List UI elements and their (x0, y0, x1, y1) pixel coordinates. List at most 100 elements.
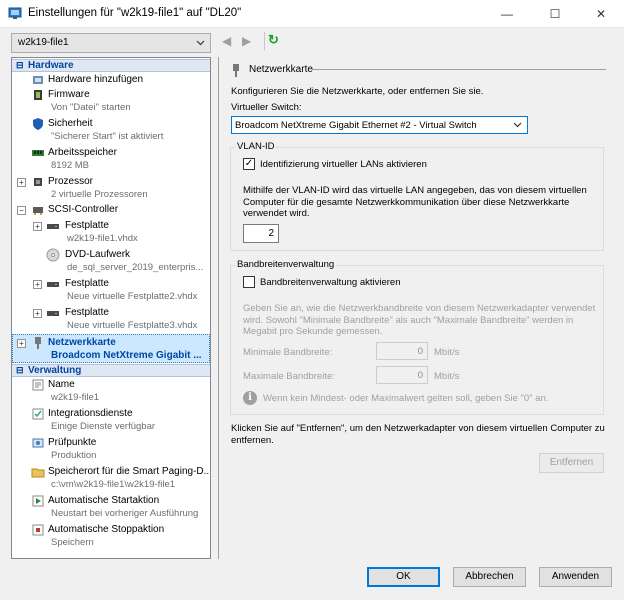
bandwidth-description: Geben Sie an, wie die Netzwerkbandbreite… (243, 303, 596, 337)
hardware-header-label: Hardware (28, 60, 74, 71)
sidebar-item-sub: c:\vm\w2k19-file1\w2k19-file1 (51, 479, 176, 490)
max-bandwidth-input[interactable]: 0 (376, 366, 428, 384)
sidebar-item-integration-services[interactable]: Integrationsdienste Einige Dienste verfü… (12, 406, 210, 435)
vlan-id-input[interactable]: 2 (243, 224, 279, 243)
sidebar-item-sub: Einige Dienste verfügbar (51, 421, 156, 432)
max-bandwidth-value: 0 (417, 370, 423, 381)
close-button[interactable]: ✕ (578, 0, 624, 28)
bandwidth-checkbox-label: Bandbreitenverwaltung aktivieren (260, 277, 401, 288)
shield-icon (33, 118, 43, 130)
sidebar-item-label: Sicherheit (48, 118, 93, 129)
expand-icon[interactable]: + (17, 339, 26, 348)
sidebar-item-label: Automatische Stoppaktion (48, 524, 165, 535)
memory-icon (32, 150, 44, 156)
switch-label: Virtueller Switch: (231, 102, 302, 113)
minimize-button[interactable]: — (484, 0, 530, 28)
max-bandwidth-unit: Mbit/s (434, 371, 460, 382)
toolbar-separator (264, 32, 265, 50)
forward-button[interactable]: ▶ (242, 34, 251, 48)
sidebar-item-firmware[interactable]: Firmware Von "Datei" starten (12, 87, 210, 116)
sidebar-item-dvd-drive[interactable]: DVD-Laufwerk de_sql_server_2019_enterpri… (12, 247, 210, 276)
collapse-icon: ⊟ (16, 60, 24, 70)
window-title: Einstellungen für "w2k19-file1" auf "DL2… (28, 7, 242, 19)
name-icon (32, 379, 44, 391)
firmware-icon (34, 90, 42, 100)
sidebar-item-sub: Neustart bei vorheriger Ausführung (51, 508, 199, 519)
sidebar-item-harddisk-1[interactable]: + Festplatte w2k19-file1.vhdx (12, 218, 210, 247)
vlan-checkbox[interactable]: ✓ (243, 158, 255, 170)
sidebar-item-smart-paging[interactable]: Speicherort für die Smart Paging-D... c:… (12, 464, 210, 493)
vm-selector-value: w2k19-file1 (18, 37, 69, 48)
expand-icon[interactable]: + (33, 222, 42, 231)
dvd-icon (46, 248, 60, 262)
vlan-legend: VLAN-ID (235, 141, 277, 152)
info-icon: i (243, 391, 257, 405)
hardware-section-header[interactable]: ⊟ Hardware (12, 59, 210, 72)
sidebar-item-label: Hardware hinzufügen (48, 74, 144, 85)
sidebar-item-sub: w2k19-file1.vhdx (67, 233, 138, 244)
sidebar-item-checkpoints[interactable]: Prüfpunkte Produktion (12, 435, 210, 464)
collapse-icon[interactable]: − (17, 206, 26, 215)
management-section-header[interactable]: ⊟ Verwaltung (12, 364, 210, 377)
bandwidth-checkbox[interactable] (243, 276, 255, 288)
section-title: Netzwerkkarte (249, 64, 313, 75)
sidebar-item-sub: Broadcom NetXtreme Gigabit ... (51, 350, 202, 361)
bandwidth-legend: Bandbreitenverwaltung (235, 259, 337, 270)
sidebar-item-sub: de_sql_server_2019_enterpris... (67, 262, 204, 273)
add-hardware-icon (33, 76, 43, 84)
harddisk-icon (47, 311, 59, 316)
back-button[interactable]: ◀ (222, 34, 231, 48)
sidebar-item-add-hardware[interactable]: Hardware hinzufügen (12, 72, 210, 87)
min-bandwidth-label: Minimale Bandbreite: (243, 347, 333, 358)
apply-button[interactable]: Anwenden (539, 567, 612, 587)
dialog-footer: OK Abbrechen Anwenden (0, 559, 624, 600)
harddisk-icon (47, 282, 59, 287)
sidebar-item-processor[interactable]: + Prozessor 2 virtuelle Prozessoren (12, 174, 210, 203)
sidebar-item-harddisk-2[interactable]: + Festplatte Neue virtuelle Festplatte2.… (12, 276, 210, 305)
management-header-label: Verwaltung (28, 365, 82, 376)
sidebar-item-label: Integrationsdienste (48, 408, 133, 419)
ok-button[interactable]: OK (367, 567, 440, 587)
collapse-icon: ⊟ (16, 365, 24, 375)
chevron-down-icon (513, 122, 522, 128)
autostart-icon (32, 495, 44, 507)
refresh-button[interactable]: ↻ (268, 32, 279, 48)
network-adapter-icon (233, 64, 239, 77)
expand-icon[interactable]: + (33, 309, 42, 318)
min-bandwidth-input[interactable]: 0 (376, 342, 428, 360)
section-divider (312, 69, 606, 70)
sidebar-item-autostop[interactable]: Automatische Stoppaktion Speichern (12, 522, 210, 551)
sidebar-item-label: Name (48, 379, 75, 390)
sidebar-item-label: SCSI-Controller (48, 204, 119, 215)
sidebar-item-memory[interactable]: Arbeitsspeicher 8192 MB (12, 145, 210, 174)
virtual-switch-value: Broadcom NetXtreme Gigabit Ethernet #2 -… (235, 120, 477, 131)
remove-button[interactable]: Entfernen (539, 453, 604, 473)
sidebar-item-autostart[interactable]: Automatische Startaktion Neustart bei vo… (12, 493, 210, 522)
sidebar-item-sub: Neue virtuelle Festplatte3.vhdx (67, 320, 198, 331)
processor-icon (34, 178, 42, 186)
checkpoint-icon (32, 438, 44, 448)
controller-icon (33, 207, 43, 215)
sidebar-item-sub: "Sicherer Start" ist aktiviert (51, 131, 164, 142)
cancel-button[interactable]: Abbrechen (453, 567, 526, 587)
integration-icon (32, 408, 44, 420)
virtual-switch-dropdown[interactable]: Broadcom NetXtreme Gigabit Ethernet #2 -… (231, 116, 528, 134)
min-bandwidth-value: 0 (417, 346, 423, 357)
sidebar-item-label: Netzwerkkarte (48, 337, 116, 348)
smart-paging-icon (31, 468, 45, 478)
sidebar-item-name[interactable]: Name w2k19-file1 (12, 377, 210, 406)
sidebar-item-scsi-controller[interactable]: − SCSI-Controller (12, 203, 210, 218)
maximize-button[interactable]: ☐ (532, 0, 578, 28)
sidebar-item-label: DVD-Laufwerk (65, 249, 131, 260)
vm-selector-dropdown[interactable]: w2k19-file1 (11, 33, 211, 53)
sidebar-item-network-adapter[interactable]: + Netzwerkkarte Broadcom NetXtreme Gigab… (12, 334, 210, 363)
sidebar-item-label: Firmware (48, 89, 90, 100)
expand-icon[interactable]: + (33, 280, 42, 289)
sidebar-item-harddisk-3[interactable]: + Festplatte Neue virtuelle Festplatte3.… (12, 305, 210, 334)
autostop-icon (32, 524, 44, 536)
sidebar-item-security[interactable]: Sicherheit "Sicherer Start" ist aktivier… (12, 116, 210, 145)
expand-icon[interactable]: + (17, 178, 26, 187)
vlan-checkbox-label: Identifizierung virtueller LANs aktivier… (260, 159, 427, 170)
sidebar-item-label: Festplatte (65, 278, 109, 289)
sidebar-item-label: Festplatte (65, 220, 109, 231)
